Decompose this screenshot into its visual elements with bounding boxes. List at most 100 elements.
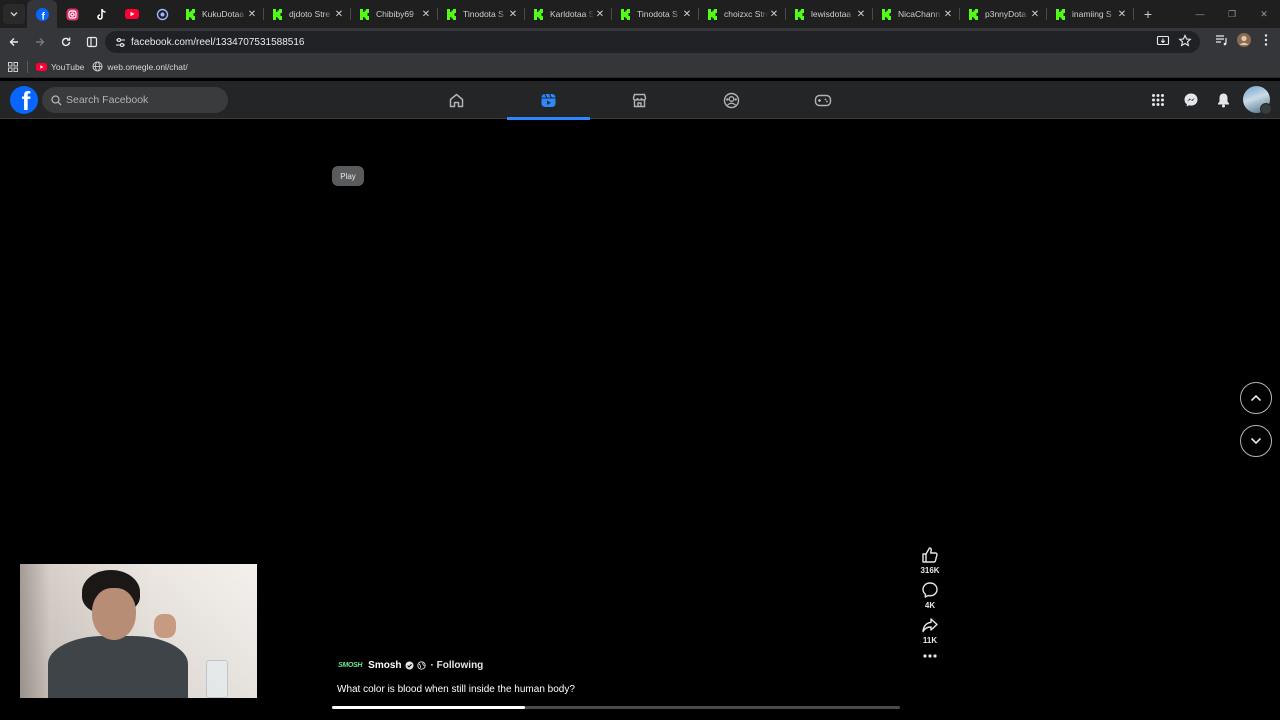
follow-status[interactable]: · Following [431,660,484,671]
more-horizontal-icon [923,654,937,658]
tab-title: KukuDotaa [202,9,245,19]
kick-icon [619,8,631,20]
minimize-icon[interactable]: — [1184,0,1216,28]
bookmark-omegle[interactable]: web.omegle.onl/chat/ [92,61,188,72]
globe-icon [92,61,103,72]
next-reel-button[interactable] [1240,425,1272,457]
nav-tab-reels[interactable] [507,81,590,120]
media-queue-icon[interactable] [1214,32,1230,53]
marketplace-icon [632,93,647,107]
comment-count: 4K [924,601,936,610]
facebook-search[interactable] [42,87,228,113]
browser-tab[interactable]: KukuDotaa ✕ [177,0,264,28]
nav-tab-groups[interactable] [690,81,773,119]
close-tab-icon[interactable]: ✕ [942,9,954,20]
nav-tab-gaming[interactable] [781,81,864,119]
browser-tab[interactable]: p3nnyDota ✕ [960,0,1047,28]
browser-tab[interactable]: Tinodota S ✕ [612,0,699,28]
kick-icon [880,8,892,20]
facebook-logo[interactable]: f [10,86,38,114]
back-button[interactable] [2,30,26,54]
reload-icon [61,37,71,47]
menu-grid-icon [1151,93,1164,106]
share-button[interactable]: 11K [912,616,948,645]
tab-title: Tinodota S [463,9,504,19]
youtube-icon [125,9,139,19]
site-info-icon[interactable] [109,37,131,48]
browser-menu-icon[interactable] [1258,32,1274,53]
previous-reel-button[interactable] [1240,382,1272,414]
kick-icon [532,8,544,20]
restore-icon[interactable]: ❐ [1216,0,1248,28]
pinned-tab-tiktok[interactable] [87,0,117,28]
tab-title: p3nnyDota [985,9,1027,19]
thumbs-up-icon [922,547,938,563]
groups-icon [723,92,740,108]
browser-tab[interactable]: djdoto Stre ✕ [264,0,351,28]
pinned-tab-chatgpt[interactable] [147,0,177,28]
close-tab-icon[interactable]: ✕ [855,9,867,20]
close-tab-icon[interactable]: ✕ [420,9,432,20]
address-bar[interactable]: facebook.com/reel/1334707531588516 [105,31,1200,53]
messenger-button[interactable] [1177,86,1204,113]
side-panel-button[interactable] [80,30,104,54]
bell-icon [1218,93,1229,107]
comment-button[interactable]: 4K [912,581,948,610]
bookmark-label: YouTube [51,61,85,72]
close-window-icon[interactable]: ✕ [1248,0,1280,28]
close-tab-icon[interactable]: ✕ [768,9,780,20]
browser-tab[interactable]: NicaChann ✕ [873,0,960,28]
pinned-tab-youtube[interactable] [117,0,147,28]
notifications-button[interactable] [1210,86,1237,113]
menu-button[interactable] [1144,86,1171,113]
forward-button[interactable] [28,30,52,54]
close-tab-icon[interactable]: ✕ [1029,9,1041,20]
nav-tab-marketplace[interactable] [598,81,681,119]
close-tab-icon[interactable]: ✕ [246,9,258,20]
browser-tab[interactable]: choizxc Stre ✕ [699,0,786,28]
side-panel-icon [86,36,98,48]
tab-title: Karldotaa S [550,9,594,19]
bookmark-label: web.omegle.onl/chat/ [107,61,188,72]
author-logo[interactable]: SMOSH [338,662,362,669]
bookmark-youtube[interactable]: YouTube [36,61,84,72]
tab-title: choizxc Stre [724,9,768,19]
pinned-tab-facebook[interactable]: f [27,0,57,28]
profile-avatar-icon[interactable] [1236,32,1252,53]
gaming-icon [814,94,831,106]
reel-actions: 316K 4K 11K [912,546,948,665]
browser-tab[interactable]: Karldotaa S ✕ [525,0,612,28]
browser-tab[interactable]: Chibiby69 ✕ [351,0,438,28]
account-avatar[interactable] [1243,86,1272,115]
apps-grid-icon[interactable] [8,61,18,72]
browser-tab[interactable]: inamiing S ✕ [1047,0,1134,28]
kick-icon [184,8,196,20]
author-name[interactable]: Smosh [368,660,401,671]
close-tab-icon[interactable]: ✕ [507,9,519,20]
reload-button[interactable] [54,30,78,54]
close-tab-icon[interactable]: ✕ [1116,9,1128,20]
reel-progress-bar[interactable] [332,706,900,709]
reel-author: SMOSH Smosh · Following [338,658,483,672]
more-options-button[interactable] [912,653,948,659]
tab-title: NicaChann [898,9,941,19]
like-button[interactable]: 316K [912,546,948,575]
close-tab-icon[interactable]: ✕ [681,9,693,20]
new-tab-button[interactable]: + [1134,6,1162,22]
nav-tab-home[interactable] [415,81,498,119]
tab-title: djdoto Stre [289,9,331,19]
tab-search-button[interactable] [3,4,25,24]
install-app-icon[interactable] [1156,34,1170,53]
verified-badge-icon [405,661,414,670]
kick-icon [1054,8,1066,20]
bookmark-star-icon[interactable] [1178,34,1192,53]
search-input[interactable] [66,94,216,106]
pinned-tab-instagram[interactable] [57,0,87,28]
arrow-left-icon [9,38,18,46]
close-tab-icon[interactable]: ✕ [594,9,606,20]
window-controls: — ❐ ✕ [1184,0,1280,28]
close-tab-icon[interactable]: ✕ [333,9,345,20]
bookmarks-divider [27,60,28,73]
browser-tab[interactable]: Tinodota S ✕ [438,0,525,28]
browser-tab[interactable]: lewisdotaa ✕ [786,0,873,28]
